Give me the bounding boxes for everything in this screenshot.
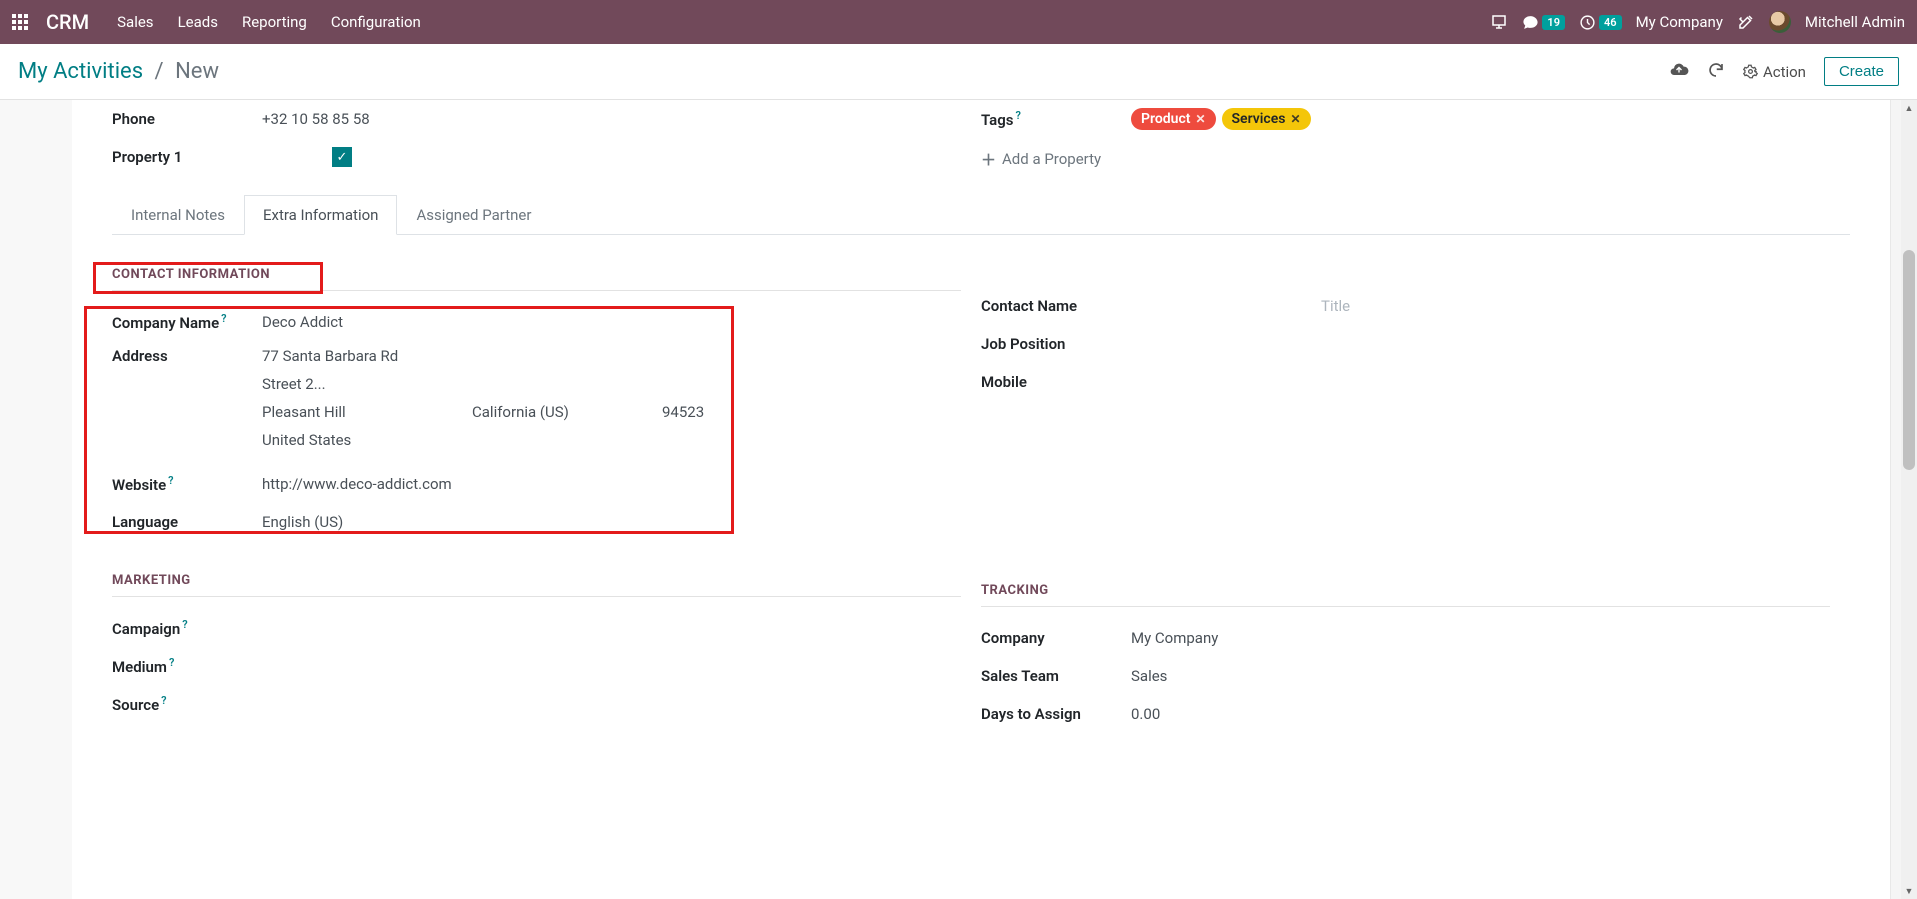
app-switcher-icon[interactable]	[12, 14, 28, 30]
topbar-left: CRM Sales Leads Reporting Configuration	[12, 10, 421, 34]
control-actions: Action Create	[1669, 57, 1899, 86]
address-country[interactable]: United States	[262, 431, 961, 449]
tab-extra-information[interactable]: Extra Information	[244, 195, 397, 235]
company-name-label: Company Name?	[112, 312, 262, 332]
breadcrumb-root[interactable]: My Activities	[18, 59, 143, 84]
language-value[interactable]: English (US)	[262, 513, 961, 531]
job-position-label: Job Position	[981, 335, 1201, 353]
days-to-assign-value[interactable]: 0.00	[1131, 705, 1830, 723]
tab-internal-notes[interactable]: Internal Notes	[112, 195, 244, 235]
scrollbar[interactable]: ▲ ▼	[1901, 100, 1917, 899]
property1-label: Property 1	[112, 148, 262, 166]
source-help-icon[interactable]: ?	[161, 694, 166, 707]
campaign-label: Campaign?	[112, 618, 262, 638]
tag-product-remove-icon[interactable]: ✕	[1195, 112, 1205, 126]
address-label: Address	[112, 347, 262, 365]
section-marketing: MARKETING	[112, 567, 961, 597]
breadcrumb-separator: /	[155, 59, 164, 84]
voip-icon[interactable]	[1490, 13, 1508, 31]
topbar-right: 19 46 My Company Mitchell Admin	[1490, 11, 1905, 33]
menu-reporting[interactable]: Reporting	[242, 13, 307, 31]
tags-help-icon[interactable]: ?	[1016, 109, 1021, 122]
action-label: Action	[1763, 63, 1806, 81]
contact-name-label: Contact Name	[981, 297, 1201, 315]
sales-team-label: Sales Team	[981, 667, 1131, 685]
menu-sales[interactable]: Sales	[117, 13, 153, 31]
action-dropdown[interactable]: Action	[1743, 63, 1806, 81]
website-help-icon[interactable]: ?	[168, 474, 173, 487]
tracking-company-label: Company	[981, 629, 1131, 647]
company-name-help-icon[interactable]: ?	[221, 312, 226, 325]
source-label: Source?	[112, 694, 262, 714]
address-street1[interactable]: 77 Santa Barbara Rd	[262, 347, 961, 365]
user-menu[interactable]: Mitchell Admin	[1805, 13, 1905, 31]
phone-label: Phone	[112, 110, 262, 128]
language-label: Language	[112, 513, 262, 531]
days-to-assign-label: Days to Assign	[981, 705, 1131, 723]
messages-badge: 19	[1542, 15, 1565, 30]
tag-product[interactable]: Product ✕	[1131, 108, 1216, 130]
scroll-thumb[interactable]	[1903, 250, 1915, 470]
campaign-help-icon[interactable]: ?	[182, 618, 187, 631]
form-area: Phone +32 10 58 85 58 Property 1 ✓ Tags?	[72, 100, 1891, 899]
top-menu: Sales Leads Reporting Configuration	[117, 13, 421, 31]
medium-label: Medium?	[112, 656, 262, 676]
section-contact-information: CONTACT INFORMATION	[112, 261, 961, 291]
tools-icon[interactable]	[1737, 13, 1755, 31]
tracking-company-value[interactable]: My Company	[1131, 629, 1830, 647]
right-gutter	[1891, 100, 1901, 899]
tabs: Internal Notes Extra Information Assigne…	[112, 194, 1850, 235]
activities-icon[interactable]: 46	[1579, 14, 1622, 31]
scroll-up-icon[interactable]: ▲	[1901, 100, 1917, 116]
menu-configuration[interactable]: Configuration	[331, 13, 421, 31]
breadcrumb: My Activities / New	[18, 59, 219, 84]
avatar[interactable]	[1769, 11, 1791, 33]
tags-label: Tags?	[981, 109, 1131, 129]
website-value[interactable]: http://www.deco-addict.com	[262, 475, 961, 493]
property1-checkbox[interactable]: ✓	[332, 147, 352, 167]
tab-assigned-partner[interactable]: Assigned Partner	[397, 195, 550, 235]
app-name[interactable]: CRM	[46, 10, 89, 34]
contact-title-placeholder[interactable]: Title	[1321, 297, 1350, 315]
discard-icon[interactable]	[1707, 61, 1725, 83]
tag-services-remove-icon[interactable]: ✕	[1290, 112, 1300, 126]
add-property-button[interactable]: ＋ Add a Property	[981, 149, 1101, 170]
tag-services[interactable]: Services ✕	[1222, 108, 1311, 130]
company-switcher[interactable]: My Company	[1636, 13, 1723, 31]
cloud-save-icon[interactable]	[1669, 60, 1689, 84]
phone-value[interactable]: +32 10 58 85 58	[262, 110, 961, 128]
address-state[interactable]: California (US)	[472, 403, 622, 421]
address-street2[interactable]: Street 2...	[262, 375, 961, 393]
menu-leads[interactable]: Leads	[178, 13, 218, 31]
plus-icon: ＋	[981, 149, 996, 170]
address-city[interactable]: Pleasant Hill	[262, 403, 432, 421]
create-button[interactable]: Create	[1824, 57, 1899, 86]
messages-icon[interactable]: 19	[1522, 14, 1565, 31]
mobile-label: Mobile	[981, 373, 1201, 391]
left-gutter	[0, 100, 72, 899]
topbar: CRM Sales Leads Reporting Configuration …	[0, 0, 1917, 44]
page-body: Phone +32 10 58 85 58 Property 1 ✓ Tags?	[0, 100, 1917, 899]
breadcrumb-leaf: New	[175, 59, 219, 84]
control-bar: My Activities / New Action Create	[0, 44, 1917, 100]
scroll-down-icon[interactable]: ▼	[1901, 883, 1917, 899]
website-label: Website?	[112, 474, 262, 494]
activities-badge: 46	[1599, 15, 1622, 30]
section-tracking: TRACKING	[981, 577, 1830, 607]
sales-team-value[interactable]: Sales	[1131, 667, 1830, 685]
medium-help-icon[interactable]: ?	[169, 656, 174, 669]
address-zip[interactable]: 94523	[662, 403, 704, 421]
company-name-value[interactable]: Deco Addict	[262, 313, 961, 331]
